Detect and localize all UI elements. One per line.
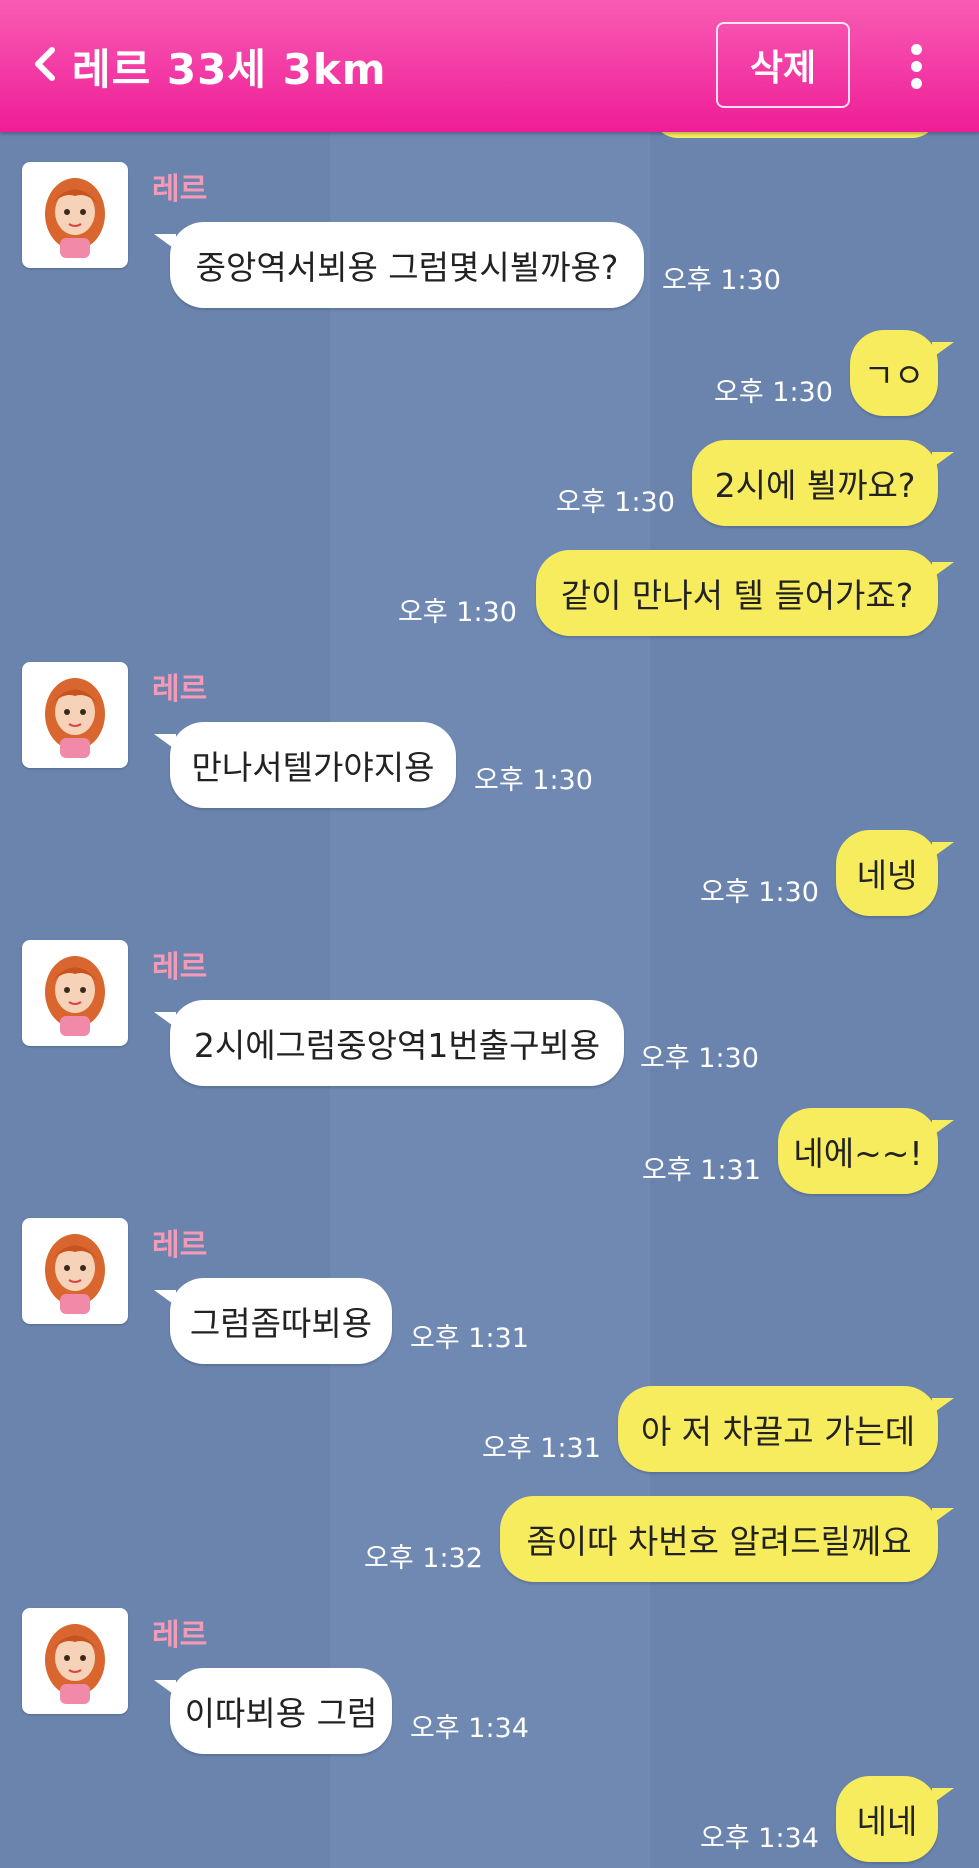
bubble-tail: [932, 842, 954, 858]
sender-name: 레르: [152, 1228, 208, 1263]
chat-header: 레르 33세 3km 삭제: [0, 0, 979, 132]
message-bubble[interactable]: 네넹: [836, 830, 938, 916]
message-bubble[interactable]: 아 저 차끌고 가는데: [618, 1386, 938, 1472]
bubble-tail: [932, 1398, 954, 1414]
bubble-tail: [932, 1120, 954, 1136]
message-time: 오후 1:30: [662, 265, 781, 296]
message-bubble[interactable]: 만나서텔가야지용: [170, 722, 456, 808]
avatar-icon: [45, 956, 105, 1036]
message-bubble[interactable]: ㄱㅇ: [850, 330, 938, 416]
message-bubble[interactable]: 같이 만나서 텔 들어가죠?: [536, 550, 938, 636]
avatar[interactable]: [22, 1218, 128, 1324]
bubble-tail: [932, 1788, 954, 1804]
message-bubble[interactable]: 네네: [836, 1776, 938, 1862]
message-time: 오후 1:30: [640, 1043, 759, 1074]
avatar-icon: [45, 678, 105, 758]
avatar[interactable]: [22, 162, 128, 268]
delete-button[interactable]: 삭제: [716, 22, 850, 108]
message-bubble[interactable]: 2시에 뵐까요?: [692, 440, 938, 526]
back-arrow-icon[interactable]: [28, 44, 62, 84]
avatar[interactable]: [22, 662, 128, 768]
message-time: 오후 1:30: [700, 877, 819, 908]
chat-title: 레르 33세 3km: [72, 45, 387, 94]
bubble-tail: [932, 342, 954, 358]
message-time: 오후 1:34: [700, 1823, 819, 1854]
message-time: 오후 1:30: [714, 377, 833, 408]
avatar-icon: [45, 1234, 105, 1314]
message-time: 오후 1:30: [398, 597, 517, 628]
message-bubble[interactable]: 네에~~!: [778, 1108, 938, 1194]
more-options-icon[interactable]: [904, 40, 928, 92]
message-time: 오후 1:30: [556, 487, 675, 518]
sender-name: 레르: [152, 672, 208, 707]
message-time: 오후 1:30: [474, 765, 593, 796]
message-time: 오후 1:34: [410, 1713, 529, 1744]
avatar-icon: [45, 178, 105, 258]
message-time: 오후 1:31: [642, 1155, 761, 1186]
bubble-tail: [932, 1508, 954, 1524]
message-bubble[interactable]: 이따뵈용 그럼: [170, 1668, 392, 1754]
sender-name: 레르: [152, 950, 208, 985]
bubble-tail: [932, 452, 954, 468]
message-bubble[interactable]: 중앙역서뵈용 그럼몇시뵐까용?: [170, 222, 644, 308]
avatar[interactable]: [22, 1608, 128, 1714]
avatar-icon: [45, 1624, 105, 1704]
avatar[interactable]: [22, 940, 128, 1046]
message-bubble[interactable]: 그럼좀따뵈용: [170, 1278, 392, 1364]
message-time: 오후 1:31: [410, 1323, 529, 1354]
message-bubble[interactable]: 좀이따 차번호 알려드릴께요: [500, 1496, 938, 1582]
message-time: 오후 1:31: [482, 1433, 601, 1464]
sender-name: 레르: [152, 172, 208, 207]
message-bubble[interactable]: 2시에그럼중앙역1번출구뵈용: [170, 1000, 624, 1086]
message-time: 오후 1:32: [364, 1543, 483, 1574]
bubble-tail: [932, 562, 954, 578]
sender-name: 레르: [152, 1618, 208, 1653]
